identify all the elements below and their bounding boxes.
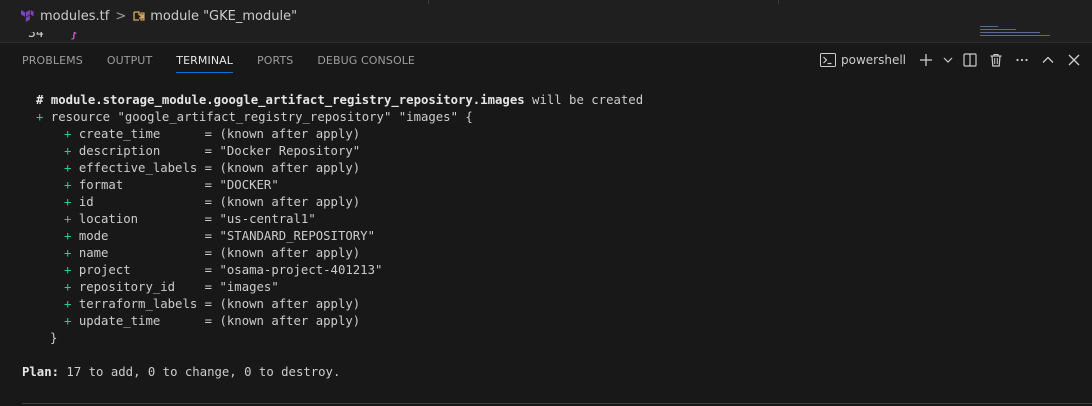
- breadcrumb-separator: >: [115, 8, 127, 24]
- tab-ports[interactable]: PORTS: [247, 43, 303, 77]
- breadcrumb-symbol-label: module "GKE_module": [150, 8, 298, 24]
- terminal-line: }: [50, 331, 58, 345]
- panel-header: PROBLEMS OUTPUT TERMINAL PORTS DEBUG CON…: [0, 43, 1092, 77]
- terminal-attr-line: + effective_labels = (known after apply): [64, 161, 361, 175]
- shell-name: powershell: [841, 53, 906, 67]
- terminal-line: + resource "google_artifact_registry_rep…: [36, 110, 473, 124]
- tab-output[interactable]: OUTPUT: [97, 43, 162, 77]
- terminal-dropdown-button[interactable]: [942, 50, 954, 70]
- terminal-attr-line: + id = (known after apply): [64, 195, 361, 209]
- close-icon: [1068, 54, 1080, 66]
- new-terminal-button[interactable]: [916, 50, 936, 70]
- vscode-window: { "breadcrumb": { "file": "modules.tf", …: [0, 0, 1092, 406]
- divider: [428, 0, 429, 4]
- terminal-attr-line: + repository_id = "images": [64, 280, 279, 294]
- terminal-attr-line: + project = "osama-project-401213": [64, 263, 383, 277]
- trash-icon: [990, 53, 1002, 67]
- panel-actions: powershell: [820, 43, 1084, 77]
- panel-tabs: PROBLEMS OUTPUT TERMINAL PORTS DEBUG CON…: [0, 43, 429, 77]
- breadcrumb-file[interactable]: modules.tf: [20, 9, 109, 24]
- minimap[interactable]: [980, 26, 1060, 40]
- plus-icon: [920, 54, 932, 66]
- terminal-attr-line: + mode = "STANDARD_REPOSITORY": [64, 229, 375, 243]
- terraform-icon: [21, 10, 34, 22]
- tab-debug-console[interactable]: DEBUG CONSOLE: [307, 43, 425, 77]
- tab-problems[interactable]: PROBLEMS: [12, 43, 93, 77]
- tab-terminal[interactable]: TERMINAL: [166, 43, 243, 77]
- chevron-down-icon: [943, 57, 953, 63]
- code-text: }: [70, 32, 78, 41]
- breadcrumb: modules.tf > module "GKE_module": [0, 0, 1092, 32]
- terminal-attr-line: + location = "us-central1": [64, 212, 316, 226]
- terminal-attr-line: + update_time = (known after apply): [64, 314, 361, 328]
- more-actions-button[interactable]: [1012, 50, 1032, 70]
- terminal-plan-line: Plan: 17 to add, 0 to change, 0 to destr…: [22, 365, 341, 379]
- terminal-attr-line: + create_time = (known after apply): [64, 127, 361, 141]
- chevron-up-icon: [1042, 56, 1054, 63]
- terminal-attr-line: + description = "Docker Repository": [64, 144, 361, 158]
- terminal-output[interactable]: # module.storage_module.google_artifact_…: [0, 89, 1092, 406]
- line-number: 34: [28, 32, 44, 41]
- split-terminal-button[interactable]: [960, 50, 980, 70]
- divider: [778, 0, 779, 4]
- ellipsis-icon: [1016, 58, 1028, 62]
- breadcrumb-symbol[interactable]: module "GKE_module": [132, 9, 297, 24]
- bottom-panel: PROBLEMS OUTPUT TERMINAL PORTS DEBUG CON…: [0, 42, 1092, 406]
- maximize-panel-button[interactable]: [1038, 50, 1058, 70]
- module-symbol-icon: [133, 11, 145, 21]
- breadcrumb-file-label: modules.tf: [40, 8, 110, 24]
- terminal-attr-line: + format = "DOCKER": [64, 178, 279, 192]
- close-panel-button[interactable]: [1064, 50, 1084, 70]
- terminal-attr-line: + name = (known after apply): [64, 246, 361, 260]
- editor-line[interactable]: 34 }: [0, 32, 1092, 42]
- terminal-attr-line: + terraform_labels = (known after apply): [64, 297, 361, 311]
- split-icon: [963, 53, 977, 67]
- terminal-icon: [820, 53, 836, 67]
- terminal-line: # module.storage_module.google_artifact_…: [36, 93, 644, 107]
- divider: [22, 403, 1092, 404]
- terminal-shell-selector[interactable]: powershell: [820, 53, 906, 67]
- kill-terminal-button[interactable]: [986, 50, 1006, 70]
